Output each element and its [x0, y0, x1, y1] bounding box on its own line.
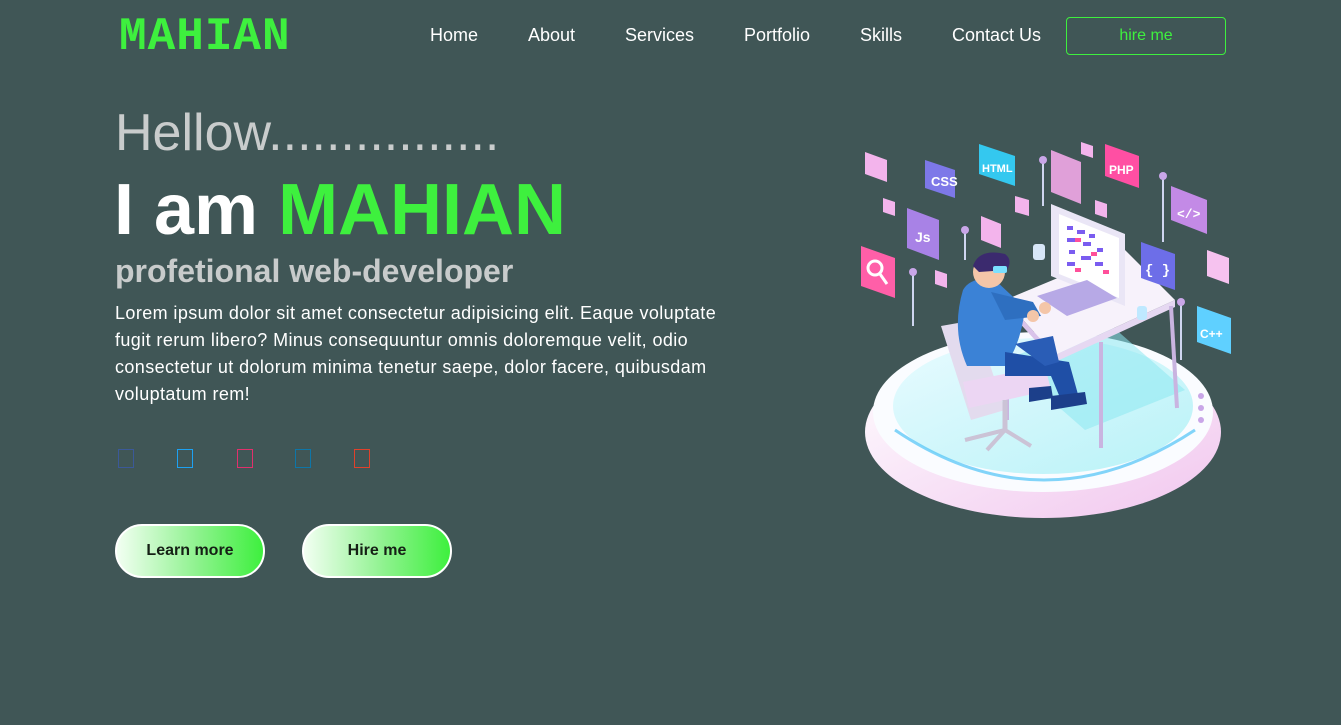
hero-intro: I am [114, 170, 279, 250]
site-header: MAHIAN Home About Services Portfolio Ski… [0, 0, 1341, 72]
hero-greeting: Hellow................ [115, 104, 500, 162]
learn-more-button[interactable]: Learn more [115, 524, 265, 578]
svg-text:HTML: HTML [982, 163, 1013, 175]
svg-text:Js: Js [915, 229, 931, 245]
hero-name: MAHIAN [278, 170, 567, 250]
nav-link-portfolio[interactable]: Portfolio [744, 24, 810, 46]
nav-link-skills[interactable]: Skills [860, 24, 902, 46]
nav-link-home[interactable]: Home [430, 24, 478, 46]
developer-illustration: CSS HTML PHP </> { } C++ Js [861, 142, 1231, 518]
hire-me-button[interactable]: Hire me [302, 524, 452, 578]
svg-text:CSS: CSS [931, 174, 958, 189]
svg-text:PHP: PHP [1109, 163, 1134, 177]
twitter-icon[interactable] [177, 449, 193, 468]
svg-text:{ }: { } [1145, 263, 1170, 279]
nav-link-services[interactable]: Services [625, 24, 694, 46]
nav-link-contact-us[interactable]: Contact Us [952, 24, 1041, 46]
hero-role: profetional web-developer [115, 253, 514, 289]
facebook-icon[interactable] [118, 449, 134, 468]
youtube-icon[interactable] [354, 449, 370, 468]
instagram-icon[interactable] [237, 449, 253, 468]
svg-text:C++: C++ [1200, 327, 1223, 341]
hero-heading: I am MAHIAN [114, 170, 566, 250]
search-card-icon [861, 246, 895, 298]
linkedin-icon[interactable] [295, 449, 311, 468]
hire-me-nav-button[interactable]: hire me [1066, 17, 1226, 55]
site-logo[interactable]: MAHIAN [119, 12, 291, 62]
hero-description: Lorem ipsum dolor sit amet consectetur a… [115, 303, 717, 404]
svg-text:</>: </> [1177, 207, 1201, 222]
nav-link-about[interactable]: About [528, 24, 575, 46]
